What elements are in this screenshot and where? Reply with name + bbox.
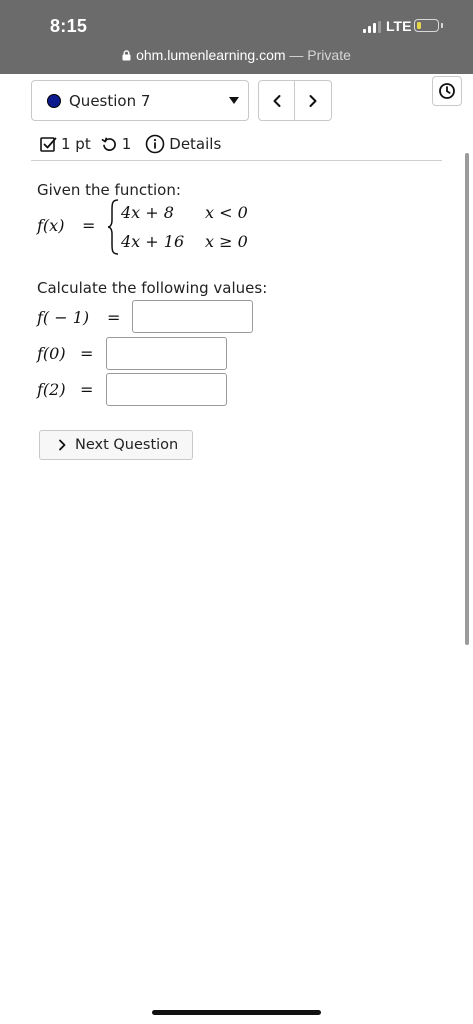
function-equals: = bbox=[82, 216, 96, 235]
url-domain: ohm.lumenlearning.com bbox=[136, 47, 286, 63]
question-meta: 1 pt 1 Details bbox=[40, 133, 221, 155]
network-type: LTE bbox=[386, 18, 412, 34]
details-link[interactable]: Details bbox=[169, 135, 221, 153]
url-separator: — bbox=[285, 47, 308, 63]
page-scrollbar[interactable] bbox=[465, 153, 469, 645]
problem-intro: Given the function: bbox=[37, 181, 181, 199]
timer-button[interactable] bbox=[432, 76, 462, 106]
lock-icon bbox=[122, 48, 131, 64]
clock-icon bbox=[439, 83, 455, 99]
header-divider bbox=[31, 160, 442, 161]
answer-input-f-2[interactable] bbox=[106, 373, 227, 406]
function-lhs: f(x) bbox=[37, 216, 65, 235]
browser-status-bar: 8:15 LTE ohm.lumenlearning.com — Private bbox=[0, 0, 473, 74]
piecewise-brace bbox=[107, 199, 119, 255]
checkbox-points-icon bbox=[40, 136, 57, 153]
chevron-left-icon bbox=[273, 94, 280, 107]
clock: 8:15 bbox=[50, 16, 88, 36]
next-question-label: Next Question bbox=[75, 437, 179, 453]
answer-label-f-neg1: f( − 1) bbox=[37, 308, 90, 327]
piece-2-expression: 4x + 16 bbox=[121, 232, 185, 251]
next-question-button[interactable]: Next Question bbox=[39, 430, 193, 460]
question-select-label: Question 7 bbox=[69, 92, 151, 110]
problem-prompt: Calculate the following values: bbox=[37, 279, 268, 297]
answer-equals-1: = bbox=[107, 308, 121, 327]
answer-label-f-0: f(0) bbox=[37, 344, 66, 363]
answer-label-f-2: f(2) bbox=[37, 380, 66, 399]
next-question-arrow-button[interactable] bbox=[295, 81, 331, 120]
chevron-right-icon bbox=[309, 94, 317, 107]
battery-icon bbox=[414, 19, 439, 32]
question-pager bbox=[258, 80, 332, 121]
info-icon[interactable] bbox=[145, 134, 165, 154]
attempts-value: 1 bbox=[121, 135, 132, 153]
previous-question-button[interactable] bbox=[259, 81, 295, 120]
points-value: 1 pt bbox=[61, 135, 91, 153]
private-mode-label: Private bbox=[307, 47, 351, 63]
answer-equals-3: = bbox=[80, 380, 94, 399]
battery-tip bbox=[441, 23, 443, 28]
question-select[interactable]: Question 7 bbox=[31, 80, 249, 121]
home-indicator[interactable] bbox=[152, 1010, 321, 1015]
answer-equals-2: = bbox=[80, 344, 94, 363]
dropdown-caret-icon bbox=[229, 97, 239, 104]
chevron-right-icon bbox=[58, 439, 66, 451]
piece-1-condition: x < 0 bbox=[205, 203, 248, 222]
question-status-dot bbox=[47, 94, 61, 108]
signal-strength-icon bbox=[363, 21, 381, 33]
answer-input-f-neg1[interactable] bbox=[132, 300, 253, 333]
url-bar[interactable]: ohm.lumenlearning.com — Private bbox=[0, 47, 473, 64]
answer-input-f-0[interactable] bbox=[106, 337, 227, 370]
piece-2-condition: x ≥ 0 bbox=[205, 232, 248, 251]
retry-icon bbox=[101, 136, 118, 153]
piece-1-expression: 4x + 8 bbox=[121, 203, 174, 222]
